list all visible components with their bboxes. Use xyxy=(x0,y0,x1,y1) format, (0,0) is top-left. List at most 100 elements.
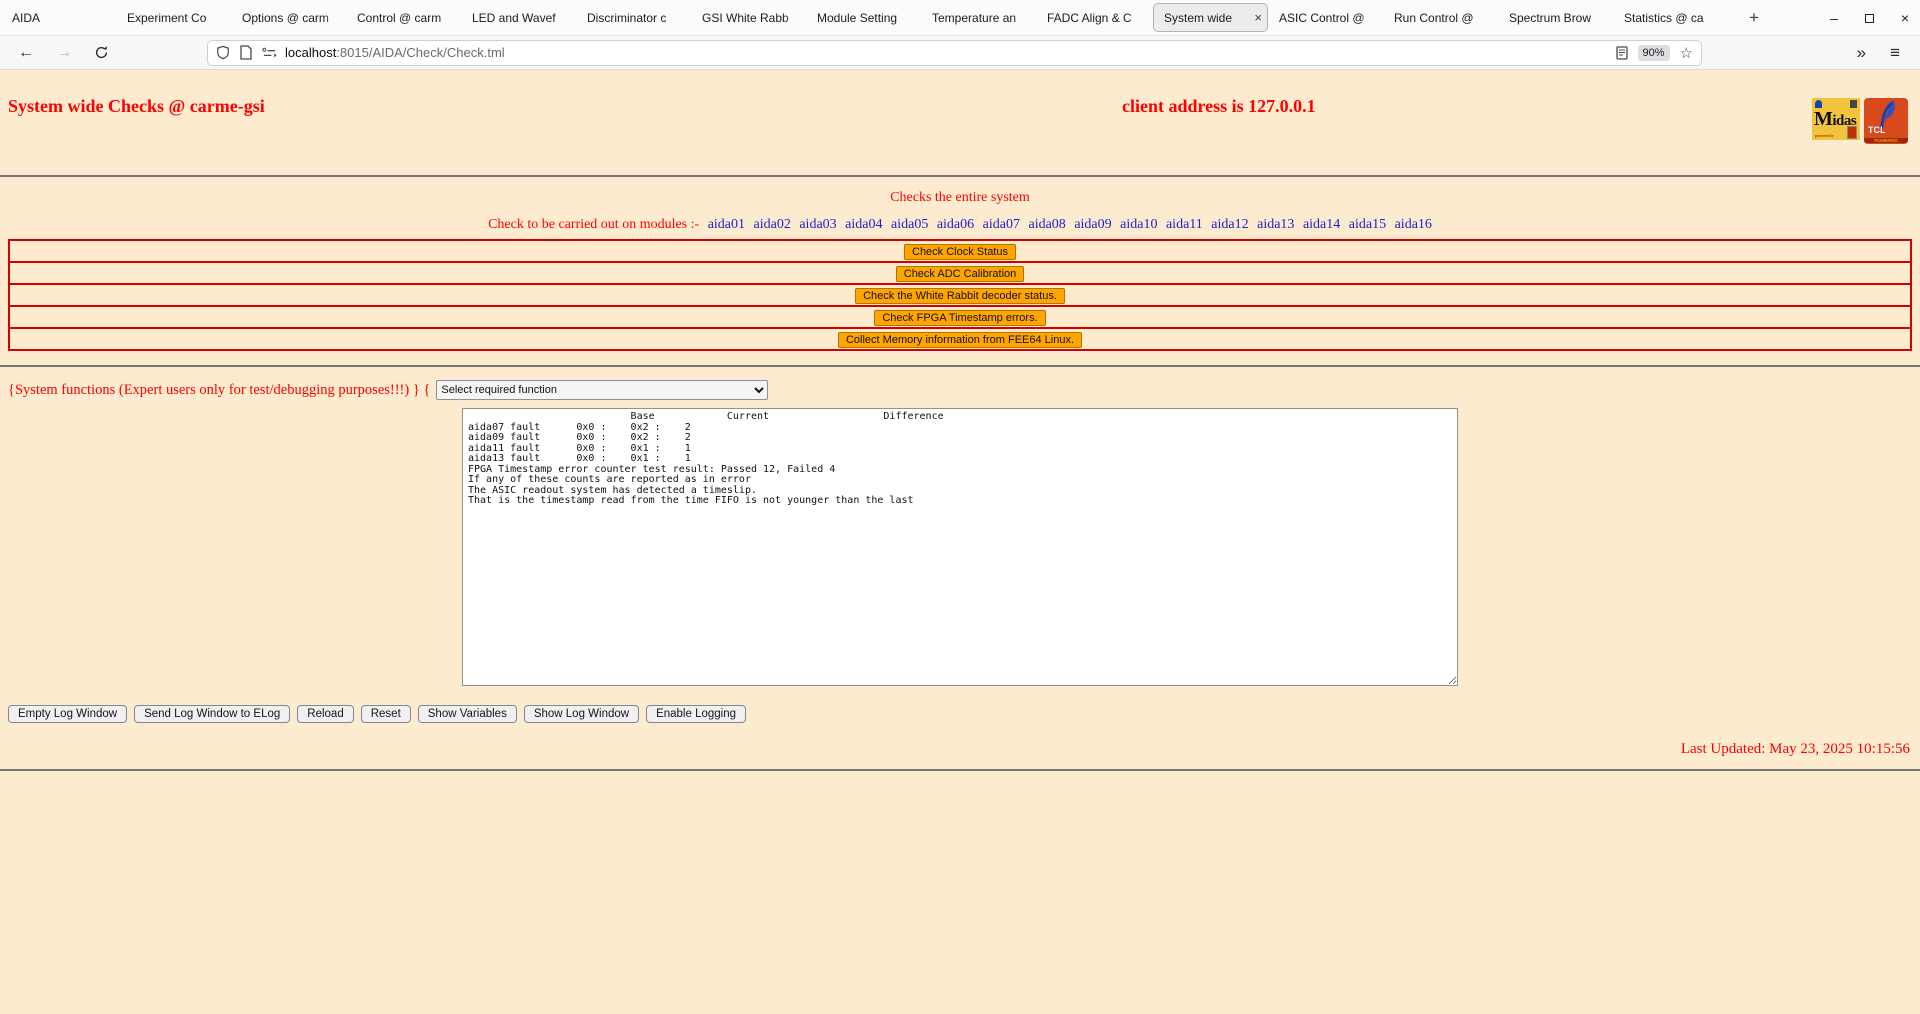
enable-logging-button[interactable]: Enable Logging xyxy=(646,705,746,723)
module-link-aida07[interactable]: aida07 xyxy=(983,217,1020,232)
module-link-aida15[interactable]: aida15 xyxy=(1349,217,1386,232)
window-close-icon[interactable]: × xyxy=(1898,10,1912,26)
tcl-powered-logo[interactable]: TCL POWERED xyxy=(1864,98,1908,144)
module-link-aida05[interactable]: aida05 xyxy=(891,217,928,232)
module-link-aida02[interactable]: aida02 xyxy=(754,217,791,232)
page-header: System wide Checks @ carme-gsi client ad… xyxy=(0,70,1920,175)
tab-system-wide-checks-active[interactable]: System wide × xyxy=(1153,3,1268,32)
log-window[interactable]: Base Current Difference aida07 fault 0x0… xyxy=(462,408,1458,686)
module-link-aida16[interactable]: aida16 xyxy=(1395,217,1432,232)
new-tab-button[interactable]: + xyxy=(1739,0,1769,35)
module-link-aida12[interactable]: aida12 xyxy=(1211,217,1248,232)
send-log-to-elog-button[interactable]: Send Log Window to ELog xyxy=(134,705,290,723)
midas-powered-by-text: powered by xyxy=(1815,133,1834,138)
url-bar[interactable]: localhost:8015/AIDA/Check/Check.tml 90% … xyxy=(207,40,1702,66)
tab-aida[interactable]: AIDA xyxy=(2,0,117,35)
tab-fadc-align[interactable]: FADC Align & C xyxy=(1037,0,1152,35)
reload-icon[interactable] xyxy=(94,45,109,60)
tab-spectrum-browser[interactable]: Spectrum Brow xyxy=(1499,0,1614,35)
tab-statistics[interactable]: Statistics @ ca xyxy=(1614,0,1729,35)
shield-icon[interactable] xyxy=(216,45,230,60)
forward-icon[interactable]: → xyxy=(56,44,72,62)
tab-discriminator[interactable]: Discriminator c xyxy=(577,0,692,35)
module-link-aida10[interactable]: aida10 xyxy=(1120,217,1157,232)
tab-asic-control[interactable]: ASIC Control @ xyxy=(1269,0,1384,35)
window-minimize-icon[interactable]: – xyxy=(1827,10,1841,26)
tab-temperature[interactable]: Temperature an xyxy=(922,0,1037,35)
midas-mini-image xyxy=(1847,126,1857,139)
reset-button[interactable]: Reset xyxy=(361,705,411,723)
function-select[interactable]: Select required function xyxy=(436,380,768,400)
url-text[interactable]: localhost:8015/AIDA/Check/Check.tml xyxy=(285,45,1616,60)
client-address-text: client address is 127.0.0.1 xyxy=(1122,96,1316,117)
check-adc-calibration-button[interactable]: Check ADC Calibration xyxy=(896,266,1025,282)
table-row: Check ADC Calibration xyxy=(9,262,1911,284)
module-link-aida01[interactable]: aida01 xyxy=(708,217,745,232)
module-link-aida13[interactable]: aida13 xyxy=(1257,217,1294,232)
collect-memory-info-button[interactable]: Collect Memory information from FEE64 Li… xyxy=(838,332,1082,348)
module-link-aida09[interactable]: aida09 xyxy=(1074,217,1111,232)
back-icon[interactable]: ← xyxy=(18,44,34,62)
divider-bottom xyxy=(0,769,1920,771)
page-subtitle: Checks the entire system xyxy=(0,190,1920,206)
tab-led-waveform[interactable]: LED and Wavef xyxy=(462,0,577,35)
check-buttons-table: Check Clock Status Check ADC Calibration… xyxy=(8,239,1912,351)
close-tab-icon[interactable]: × xyxy=(1254,10,1262,25)
check-white-rabbit-button[interactable]: Check the White Rabbit decoder status. xyxy=(855,288,1065,304)
bookmark-star-icon[interactable]: ☆ xyxy=(1680,44,1693,62)
url-right-icons: 90% ☆ xyxy=(1616,44,1693,62)
module-link-aida06[interactable]: aida06 xyxy=(937,217,974,232)
show-log-window-button[interactable]: Show Log Window xyxy=(524,705,639,723)
tcl-powered-text: POWERED xyxy=(1864,138,1908,143)
empty-log-window-button[interactable]: Empty Log Window xyxy=(8,705,127,723)
reload-button[interactable]: Reload xyxy=(297,705,353,723)
url-path: :8015/AIDA/Check/Check.tml xyxy=(336,45,504,60)
system-functions-label: {System functions (Expert users only for… xyxy=(8,382,430,399)
tab-module-settings[interactable]: Module Setting xyxy=(807,0,922,35)
window-controls: – × xyxy=(1827,0,1912,36)
tab-experiment-control[interactable]: Experiment Co xyxy=(117,0,232,35)
tab-run-control[interactable]: Run Control @ xyxy=(1384,0,1499,35)
module-link-aida03[interactable]: aida03 xyxy=(799,217,836,232)
table-row: Check the White Rabbit decoder status. xyxy=(9,284,1911,306)
tab-gsi-white-rabbit[interactable]: GSI White Rabb xyxy=(692,0,807,35)
reader-view-icon[interactable] xyxy=(1616,46,1628,60)
divider-top xyxy=(0,175,1920,177)
window-maximize-icon[interactable] xyxy=(1865,14,1874,23)
tab-options[interactable]: Options @ carm xyxy=(232,0,347,35)
midas-shield-icon xyxy=(1850,100,1857,108)
module-link-aida14[interactable]: aida14 xyxy=(1303,217,1340,232)
nav-right-icons: » ≡ xyxy=(1857,43,1910,63)
table-row: Check FPGA Timestamp errors. xyxy=(9,306,1911,328)
page-title: System wide Checks @ carme-gsi xyxy=(8,96,1912,117)
tcl-logo-text: TCL xyxy=(1868,125,1886,135)
divider-middle xyxy=(0,365,1920,367)
zoom-level-badge[interactable]: 90% xyxy=(1638,45,1670,61)
modules-line: Check to be carried out on modules :- ai… xyxy=(0,217,1920,233)
show-variables-button[interactable]: Show Variables xyxy=(418,705,517,723)
midas-logo-initial: M xyxy=(1814,108,1832,130)
url-left-icons xyxy=(216,45,277,60)
log-window-wrapper: Base Current Difference aida07 fault 0x0… xyxy=(0,408,1920,691)
log-buttons-row: Empty Log Window Send Log Window to ELog… xyxy=(8,705,1920,723)
table-row: Check Clock Status xyxy=(9,240,1911,262)
system-functions-row: {System functions (Expert users only for… xyxy=(8,380,1920,400)
header-logos: Midas powered by TCL POWERED xyxy=(1812,98,1908,144)
browser-nav-bar: ← → localhost:8015/AIDA/Check/Check.tml … xyxy=(0,36,1920,70)
hamburger-menu-icon[interactable]: ≡ xyxy=(1890,43,1900,63)
table-row: Collect Memory information from FEE64 Li… xyxy=(9,328,1911,350)
last-updated-text: Last Updated: May 23, 2025 10:15:56 xyxy=(0,741,1920,758)
module-link-aida04[interactable]: aida04 xyxy=(845,217,882,232)
check-fpga-timestamp-button[interactable]: Check FPGA Timestamp errors. xyxy=(874,310,1045,326)
module-link-aida08[interactable]: aida08 xyxy=(1028,217,1065,232)
modules-label: Check to be carried out on modules :- xyxy=(488,217,699,232)
page-info-icon[interactable] xyxy=(240,45,252,60)
tab-control[interactable]: Control @ carm xyxy=(347,0,462,35)
midas-crest-icon xyxy=(1815,100,1822,108)
check-clock-status-button[interactable]: Check Clock Status xyxy=(904,244,1016,260)
overflow-menu-icon[interactable]: » xyxy=(1857,43,1866,63)
module-link-aida11[interactable]: aida11 xyxy=(1166,217,1203,232)
midas-logo[interactable]: Midas powered by xyxy=(1812,98,1860,140)
permissions-exchange-icon[interactable] xyxy=(262,47,277,59)
page-content: System wide Checks @ carme-gsi client ad… xyxy=(0,70,1920,1014)
